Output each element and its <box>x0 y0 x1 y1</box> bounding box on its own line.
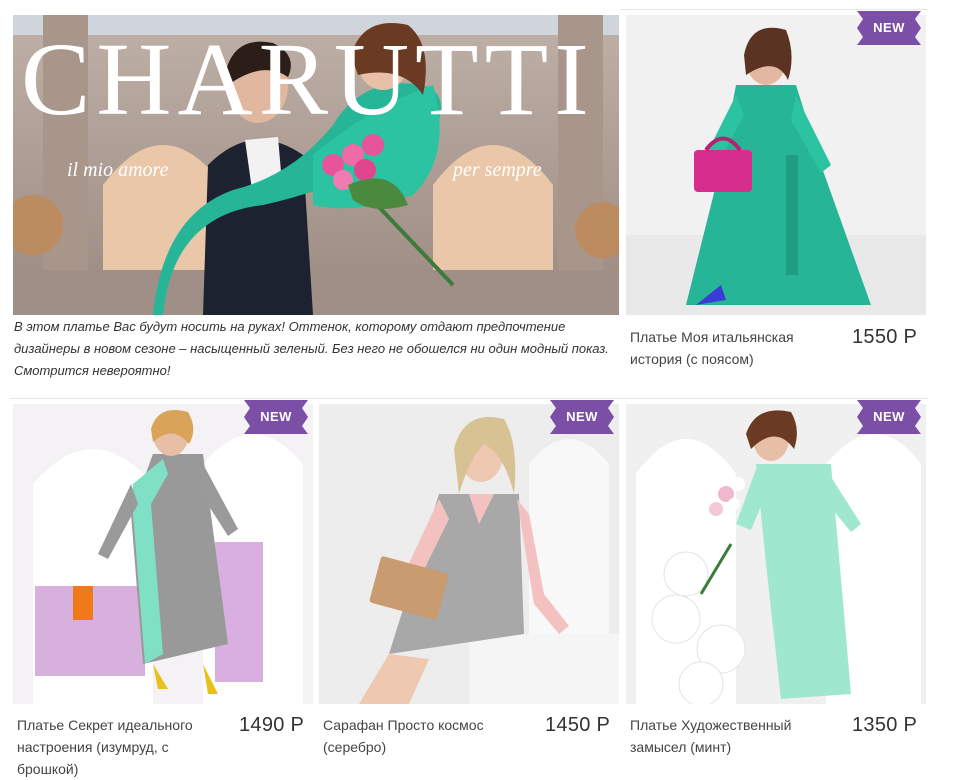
brand-logo: CHARUTTI <box>21 22 595 137</box>
banner-tagline-left: il mio amore <box>67 159 169 181</box>
product-price: 1550 Р <box>852 326 918 348</box>
banner-image[interactable]: CHARUTTI il mio amore per sempre <box>13 15 619 315</box>
product-photo <box>626 404 926 704</box>
banner-tagline-right: per sempre <box>453 159 542 181</box>
product-name[interactable]: Платье Художественный замысел (минт) <box>630 714 830 758</box>
new-badge: NEW <box>550 400 614 434</box>
product-photo <box>626 15 926 315</box>
new-badge: NEW <box>857 11 921 45</box>
product-name[interactable]: Платье Моя итальянская история (с поясом… <box>630 326 830 370</box>
product-name[interactable]: Платье Секрет идеального настроения (изу… <box>17 714 217 780</box>
product-name[interactable]: Сарафан Просто космос (серебро) <box>323 714 523 758</box>
new-badge: NEW <box>244 400 308 434</box>
top-divider <box>620 9 928 10</box>
product-price: 1450 Р <box>545 714 611 736</box>
product-image[interactable] <box>626 15 926 315</box>
product-price: 1490 Р <box>239 714 305 736</box>
new-badge: NEW <box>857 400 921 434</box>
banner-caption: В этом платье Вас будут носить на руках!… <box>14 319 609 378</box>
product-price: 1350 Р <box>852 714 918 736</box>
row-divider <box>10 398 928 399</box>
product-image[interactable] <box>319 404 619 704</box>
product-image[interactable] <box>626 404 926 704</box>
product-image[interactable] <box>13 404 313 704</box>
product-photo <box>13 404 313 704</box>
product-photo <box>319 404 619 704</box>
